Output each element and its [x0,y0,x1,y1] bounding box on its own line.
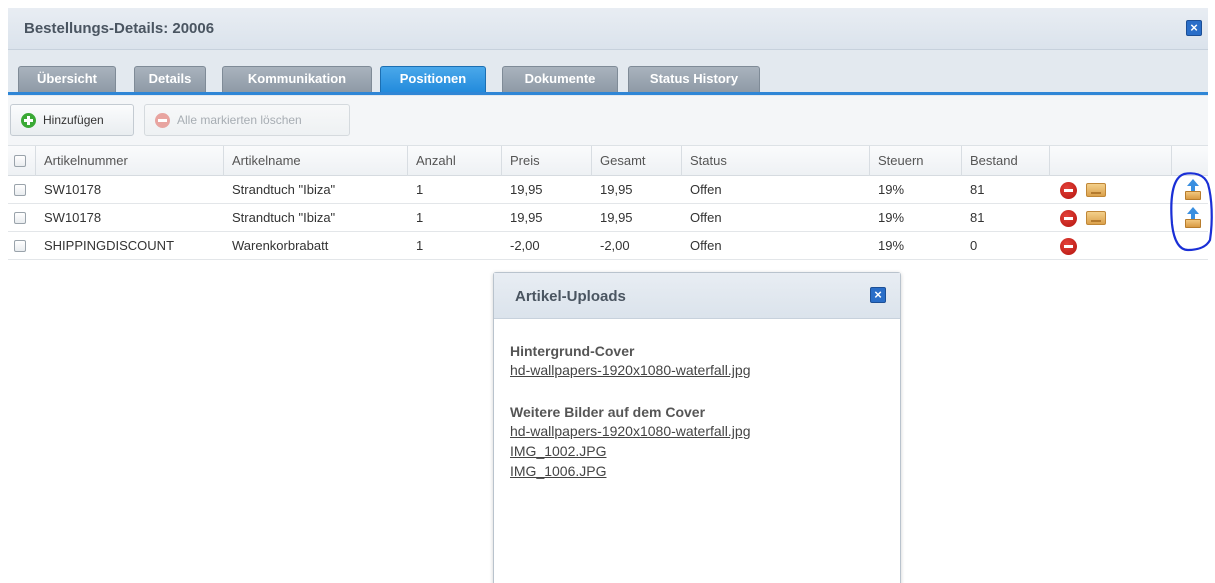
column-header-artikelnummer[interactable]: Artikelnummer [36,146,224,176]
grid-header: Artikelnummer Artikelname Anzahl Preis G… [8,146,1208,176]
window-title: Bestellungs-Details: 20006 [24,20,215,37]
cell-bestand: 0 [970,238,978,253]
delete-marked-button[interactable]: Alle markierten löschen [144,104,350,136]
cell-bestand: 81 [970,210,985,225]
tab-bar: Übersicht Details Kommunikation Position… [8,50,1208,96]
article-uploads-popup: Artikel-Uploads × Hintergrund-Cover hd-w… [493,272,901,583]
cell-artikelnummer: SHIPPINGDISCOUNT [44,238,175,253]
column-header-steuern[interactable]: Steuern [870,146,962,176]
cell-artikelnummer: SW10178 [44,182,102,197]
cell-anzahl: 1 [416,210,424,225]
cell-status: Offen [690,182,722,197]
table-row[interactable]: SW10178 Strandtuch "Ibiza" 1 19,95 19,95… [8,176,1208,204]
row-checkbox[interactable] [14,184,26,196]
delete-marked-label: Alle markierten löschen [177,113,302,127]
cell-anzahl: 1 [416,238,424,253]
table-row[interactable]: SW10178 Strandtuch "Ibiza" 1 19,95 19,95… [8,204,1208,232]
tab-uebersicht[interactable]: Übersicht [18,66,116,92]
cell-artikelname: Strandtuch "Ibiza" [232,210,336,225]
cell-artikelname: Strandtuch "Ibiza" [232,182,336,197]
file-link[interactable]: IMG_1006.JPG [510,463,607,479]
cell-steuern: 19% [878,182,905,197]
cell-preis: -2,00 [510,238,540,253]
add-button-label: Hinzufügen [43,113,104,127]
tab-positionen[interactable]: Positionen [380,66,486,92]
close-icon[interactable]: × [1186,20,1202,36]
tab-dokumente[interactable]: Dokumente [502,66,618,92]
annotation-circle [1170,172,1213,252]
order-details-window: Bestellungs-Details: 20006 × Übersicht D… [0,0,1215,583]
tab-details[interactable]: Details [134,66,206,92]
column-header-artikelname[interactable]: Artikelname [224,146,408,176]
file-link[interactable]: hd-wallpapers-1920x1080-waterfall.jpg [510,362,750,378]
tab-kommunikation[interactable]: Kommunikation [222,66,372,92]
toolbar: Hinzufügen Alle markierten löschen [8,96,1208,146]
cell-bestand: 81 [970,182,985,197]
column-header-anzahl[interactable]: Anzahl [408,146,502,176]
select-all-checkbox[interactable] [14,155,26,167]
window-header: Bestellungs-Details: 20006 × [8,8,1208,50]
row-checkbox[interactable] [14,212,26,224]
tab-status-history[interactable]: Status History [628,66,760,92]
minus-icon [155,113,170,128]
column-header-gesamt[interactable]: Gesamt [592,146,682,176]
select-all-cell [8,146,36,176]
plus-icon [21,113,36,128]
column-header-status[interactable]: Status [682,146,870,176]
cell-preis: 19,95 [510,182,543,197]
delete-icon[interactable] [1060,210,1077,227]
delete-icon[interactable] [1060,238,1077,255]
cell-status: Offen [690,238,722,253]
cell-status: Offen [690,210,722,225]
cell-artikelname: Warenkorbrabatt [232,238,329,253]
popup-title: Artikel-Uploads [515,288,626,305]
mail-icon[interactable] [1086,183,1106,197]
cell-artikelnummer: SW10178 [44,210,102,225]
column-header-actions [1050,146,1172,176]
cell-anzahl: 1 [416,182,424,197]
file-link[interactable]: hd-wallpapers-1920x1080-waterfall.jpg [510,423,750,439]
row-checkbox[interactable] [14,240,26,252]
cell-steuern: 19% [878,210,905,225]
section-title-weitere: Weitere Bilder auf dem Cover [510,404,706,420]
cell-preis: 19,95 [510,210,543,225]
cell-gesamt: 19,95 [600,182,633,197]
popup-header: Artikel-Uploads × [494,273,900,319]
close-icon[interactable]: × [870,287,886,303]
tab-underline [8,92,1208,95]
section-title-hintergrund: Hintergrund-Cover [510,343,635,359]
delete-icon[interactable] [1060,182,1077,199]
column-header-preis[interactable]: Preis [502,146,592,176]
cell-gesamt: -2,00 [600,238,630,253]
cell-gesamt: 19,95 [600,210,633,225]
cell-steuern: 19% [878,238,905,253]
add-button[interactable]: Hinzufügen [10,104,134,136]
table-row[interactable]: SHIPPINGDISCOUNT Warenkorbrabatt 1 -2,00… [8,232,1208,260]
mail-icon[interactable] [1086,211,1106,225]
file-link[interactable]: IMG_1002.JPG [510,443,607,459]
column-header-bestand[interactable]: Bestand [962,146,1050,176]
